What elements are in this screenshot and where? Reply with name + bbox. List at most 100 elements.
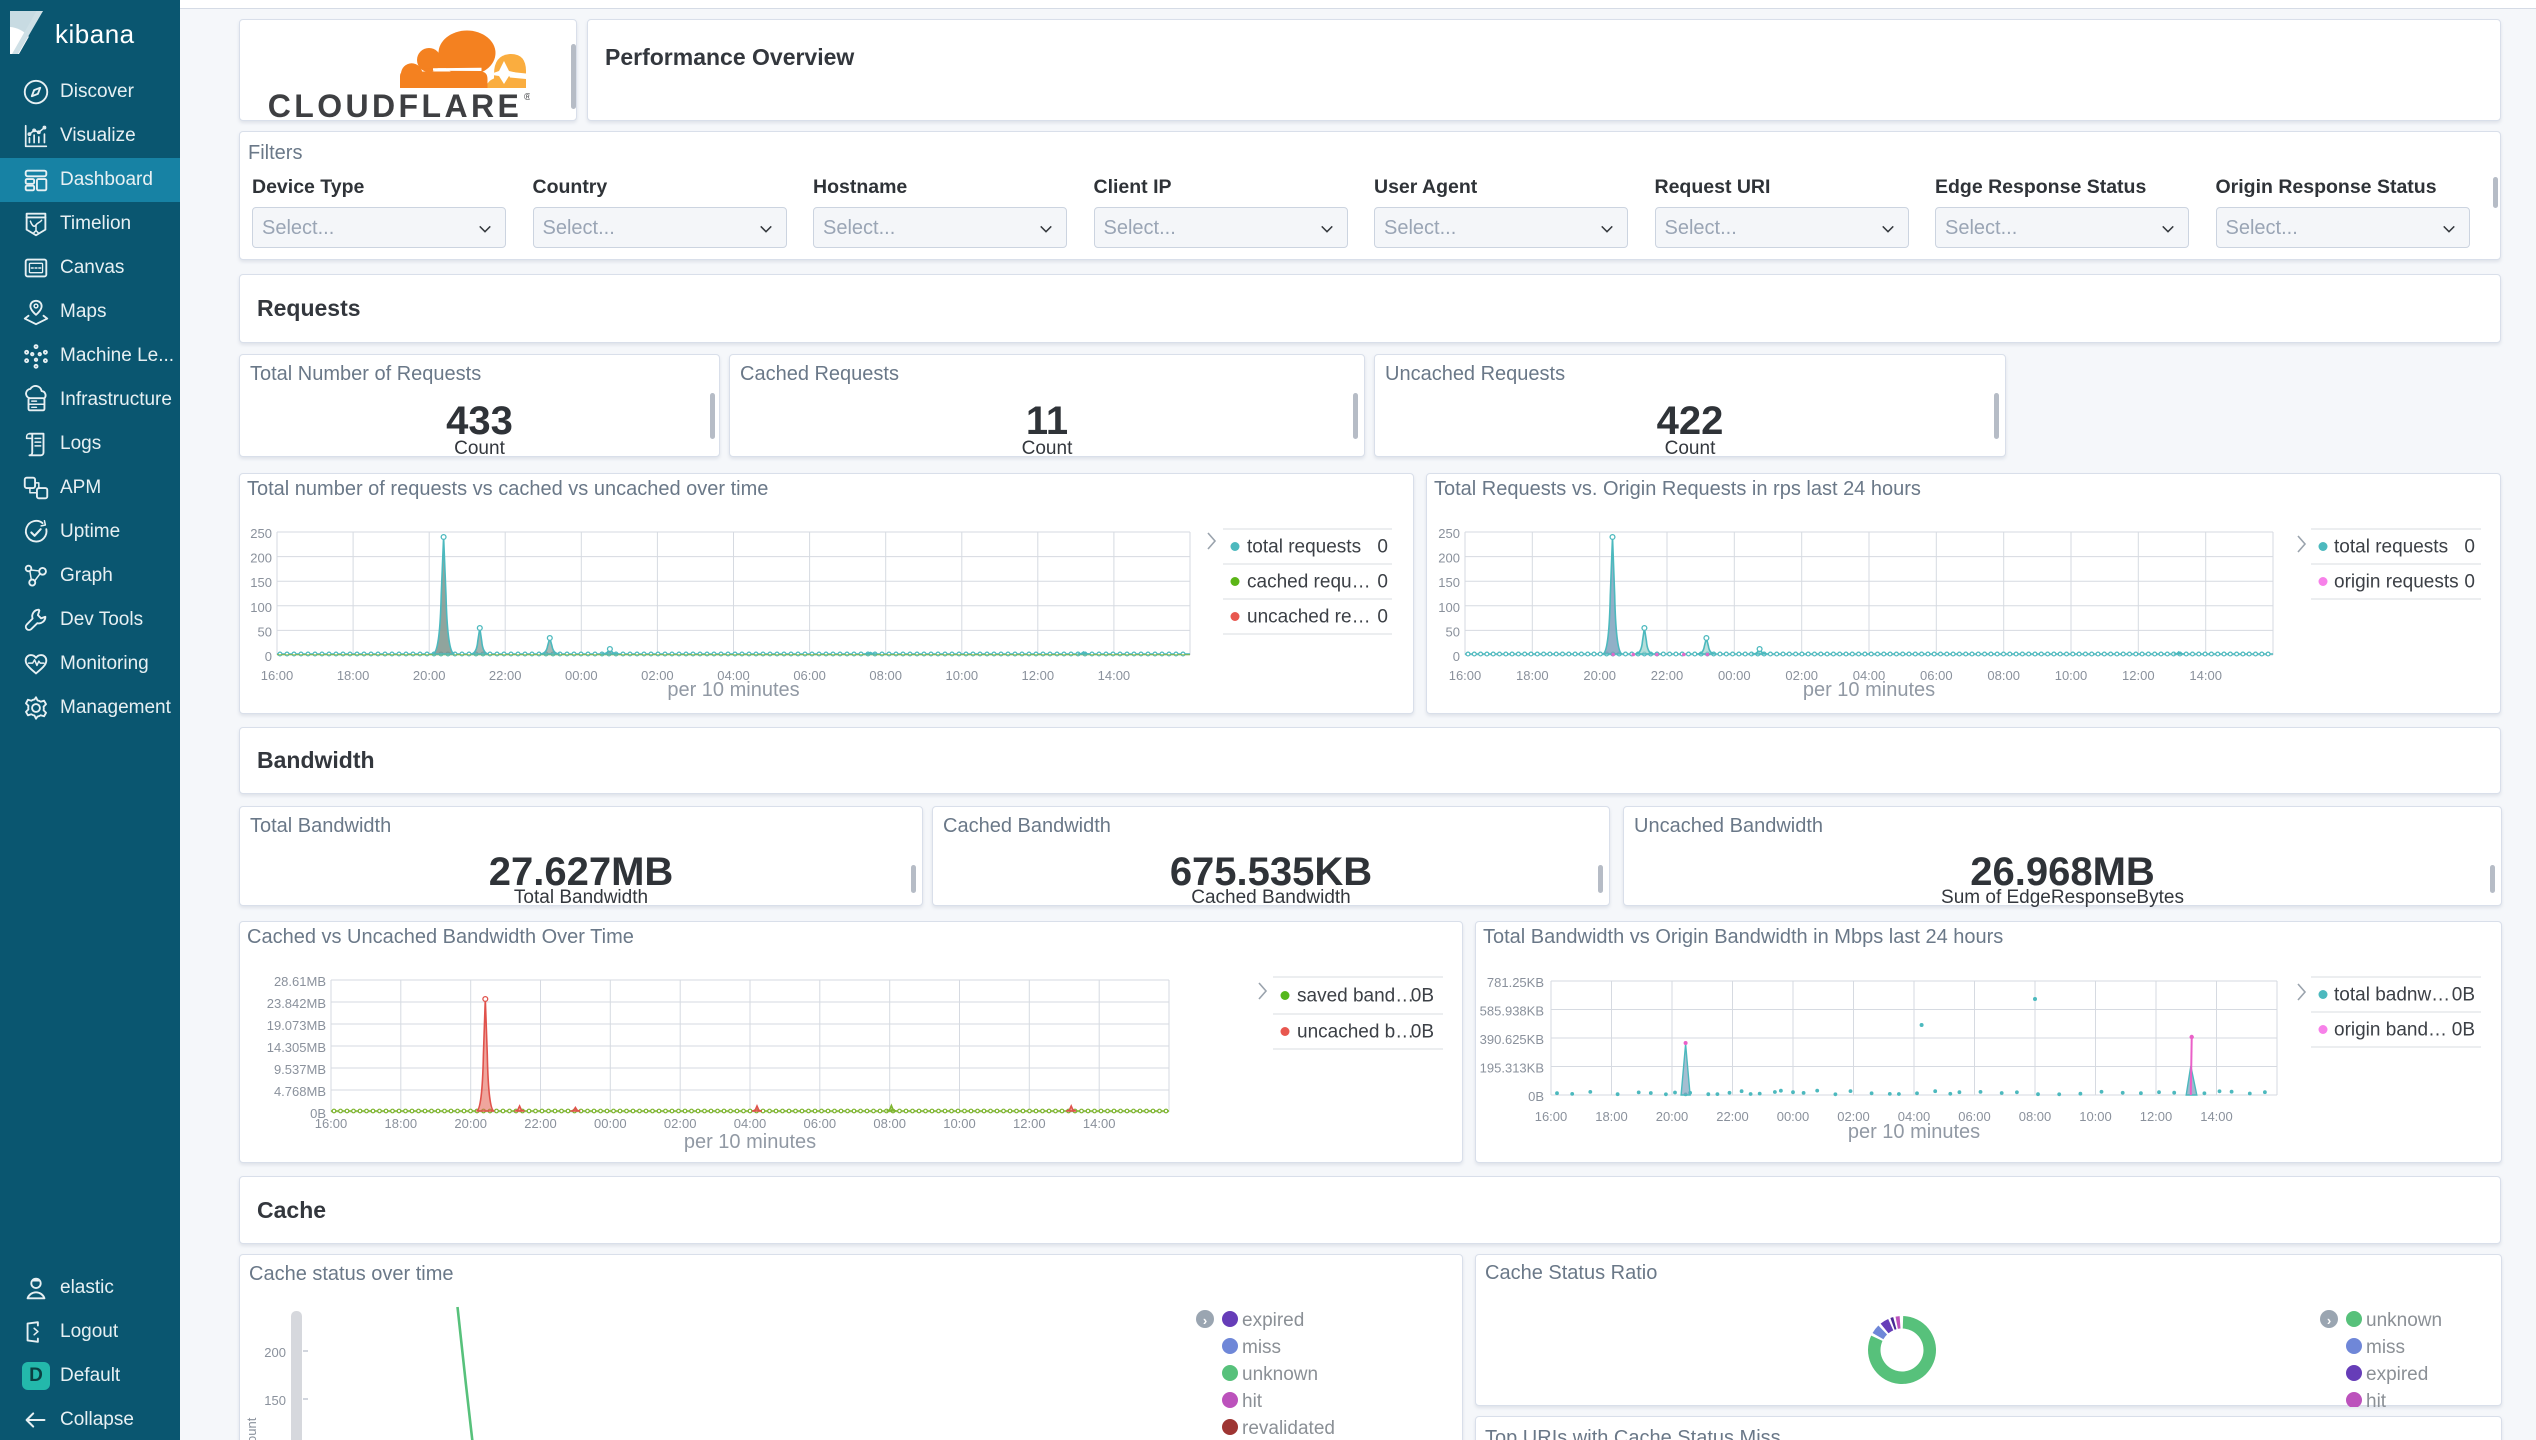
svg-text:cached requ…: cached requ… xyxy=(1247,572,1371,593)
svg-text:50: 50 xyxy=(1446,624,1460,639)
svg-text:unknown: unknown xyxy=(2366,1310,2442,1331)
svg-text:10:00: 10:00 xyxy=(2055,668,2088,683)
svg-text:00:00: 00:00 xyxy=(1718,668,1751,683)
svg-text:28.61MB: 28.61MB xyxy=(274,974,326,989)
svg-text:200: 200 xyxy=(250,551,272,566)
svg-text:per 10 minutes: per 10 minutes xyxy=(684,1131,816,1153)
svg-text:expired: expired xyxy=(2366,1364,2428,1385)
svg-text:hit: hit xyxy=(2366,1391,2387,1407)
svg-text:10:00: 10:00 xyxy=(2079,1109,2112,1124)
svg-text:per 10 minutes: per 10 minutes xyxy=(667,679,799,701)
svg-text:18:00: 18:00 xyxy=(1595,1109,1628,1124)
svg-text:0B: 0B xyxy=(1411,1022,1434,1043)
svg-text:0B: 0B xyxy=(1528,1089,1544,1104)
svg-text:50: 50 xyxy=(258,624,272,639)
svg-text:12:00: 12:00 xyxy=(1013,1116,1046,1131)
svg-text:14:00: 14:00 xyxy=(2189,668,2222,683)
svg-text:22:00: 22:00 xyxy=(524,1116,557,1131)
svg-text:›: › xyxy=(1203,1313,1207,1328)
svg-text:9.537MB: 9.537MB xyxy=(274,1062,326,1077)
svg-text:14:00: 14:00 xyxy=(2200,1109,2233,1124)
svg-text:›: › xyxy=(2327,1313,2331,1328)
svg-text:10:00: 10:00 xyxy=(943,1116,976,1131)
svg-text:12:00: 12:00 xyxy=(2140,1109,2173,1124)
svg-text:uncached b…: uncached b… xyxy=(1297,1022,1414,1043)
svg-text:0: 0 xyxy=(2464,572,2475,593)
svg-text:23.842MB: 23.842MB xyxy=(267,996,326,1011)
svg-text:390.625KB: 390.625KB xyxy=(1480,1032,1544,1047)
svg-text:saved band…: saved band… xyxy=(1297,986,1414,1007)
svg-text:origin requests: origin requests xyxy=(2334,572,2459,593)
svg-text:150: 150 xyxy=(1438,575,1460,590)
svg-text:20:00: 20:00 xyxy=(1583,668,1616,683)
svg-text:06:00: 06:00 xyxy=(804,1116,837,1131)
svg-text:CLOUDFLARE: CLOUDFLARE xyxy=(268,88,522,124)
svg-text:00:00: 00:00 xyxy=(594,1116,627,1131)
svg-text:195.313KB: 195.313KB xyxy=(1480,1061,1544,1076)
svg-text:12:00: 12:00 xyxy=(2122,668,2155,683)
svg-text:00:00: 00:00 xyxy=(1777,1109,1810,1124)
svg-text:0: 0 xyxy=(265,649,272,664)
svg-text:22:00: 22:00 xyxy=(1651,668,1684,683)
svg-text:expired: expired xyxy=(1242,1310,1304,1331)
svg-text:10:00: 10:00 xyxy=(946,668,979,683)
svg-text:14.305MB: 14.305MB xyxy=(267,1040,326,1055)
svg-text:08:00: 08:00 xyxy=(869,668,902,683)
svg-text:miss: miss xyxy=(2366,1337,2405,1358)
svg-text:19.073MB: 19.073MB xyxy=(267,1018,326,1033)
svg-text:200: 200 xyxy=(264,1345,286,1360)
svg-text:22:00: 22:00 xyxy=(1716,1109,1749,1124)
svg-text:16:00: 16:00 xyxy=(1535,1109,1568,1124)
svg-text:20:00: 20:00 xyxy=(454,1116,487,1131)
svg-text:20:00: 20:00 xyxy=(413,668,446,683)
svg-text:16:00: 16:00 xyxy=(261,668,294,683)
svg-text:0: 0 xyxy=(1377,572,1388,593)
svg-text:0: 0 xyxy=(1377,537,1388,558)
svg-text:781.25KB: 781.25KB xyxy=(1487,975,1544,990)
svg-text:18:00: 18:00 xyxy=(385,1116,418,1131)
svg-text:0B: 0B xyxy=(2452,985,2475,1006)
svg-text:250: 250 xyxy=(250,526,272,541)
svg-text:16:00: 16:00 xyxy=(315,1116,348,1131)
svg-text:origin band…: origin band… xyxy=(2334,1020,2447,1041)
svg-text:100: 100 xyxy=(250,600,272,615)
svg-text:miss: miss xyxy=(1242,1337,1281,1358)
svg-text:00:00: 00:00 xyxy=(565,668,598,683)
svg-text:total requests: total requests xyxy=(1247,537,1361,558)
svg-text:18:00: 18:00 xyxy=(1516,668,1549,683)
svg-text:per 10 minutes: per 10 minutes xyxy=(1803,679,1935,701)
svg-text:08:00: 08:00 xyxy=(2019,1109,2052,1124)
svg-text:total badnw…: total badnw… xyxy=(2334,985,2450,1006)
svg-text:20:00: 20:00 xyxy=(1656,1109,1689,1124)
svg-text:0: 0 xyxy=(2464,537,2475,558)
svg-text:total requests: total requests xyxy=(2334,537,2448,558)
svg-text:04:00: 04:00 xyxy=(734,1116,767,1131)
svg-text:per 10 minutes: per 10 minutes xyxy=(1848,1121,1980,1143)
svg-text:12:00: 12:00 xyxy=(1022,668,1055,683)
svg-text:®: ® xyxy=(524,92,530,103)
svg-text:08:00: 08:00 xyxy=(873,1116,906,1131)
svg-text:uncached re…: uncached re… xyxy=(1247,607,1371,628)
svg-text:100: 100 xyxy=(1438,600,1460,615)
svg-text:hit: hit xyxy=(1242,1391,1263,1412)
svg-text:4.768MB: 4.768MB xyxy=(274,1084,326,1099)
svg-text:16:00: 16:00 xyxy=(1449,668,1482,683)
svg-text:0: 0 xyxy=(1377,607,1388,628)
svg-text:0B: 0B xyxy=(1411,986,1434,1007)
svg-text:22:00: 22:00 xyxy=(489,668,522,683)
svg-text:14:00: 14:00 xyxy=(1098,668,1131,683)
svg-text:18:00: 18:00 xyxy=(337,668,370,683)
svg-text:0B: 0B xyxy=(2452,1020,2475,1041)
svg-text:Count: Count xyxy=(244,1417,259,1440)
svg-text:08:00: 08:00 xyxy=(1987,668,2020,683)
svg-text:150: 150 xyxy=(264,1393,286,1408)
svg-text:02:00: 02:00 xyxy=(664,1116,697,1131)
svg-text:150: 150 xyxy=(250,575,272,590)
svg-text:14:00: 14:00 xyxy=(1083,1116,1116,1131)
svg-text:0: 0 xyxy=(1453,649,1460,664)
svg-text:revalidated: revalidated xyxy=(1242,1418,1335,1439)
svg-text:200: 200 xyxy=(1438,551,1460,566)
svg-text:unknown: unknown xyxy=(1242,1364,1318,1385)
svg-text:250: 250 xyxy=(1438,526,1460,541)
svg-text:585.938KB: 585.938KB xyxy=(1480,1004,1544,1019)
